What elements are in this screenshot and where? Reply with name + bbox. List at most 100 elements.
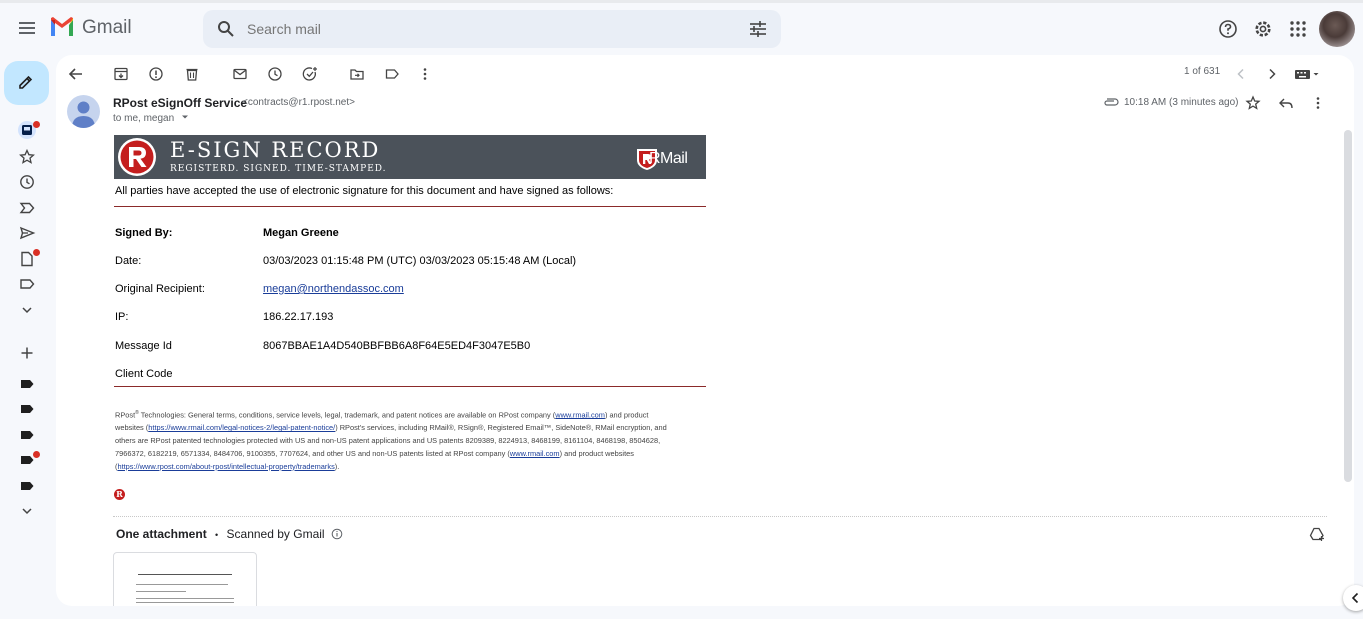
legal-text: RPost [115,410,136,420]
legal-text: ) RPost's services, including RMail®, RS… [335,423,667,433]
rmail-brand: RMail [649,150,688,167]
back-icon[interactable] [68,66,84,82]
field-label: Message Id [115,340,172,352]
account-avatar[interactable] [1319,11,1355,47]
message-toolbar: 1 of 631 [56,55,1354,91]
attachment-divider [113,516,1327,517]
delete-icon[interactable] [184,66,200,82]
sender-email: <contracts@r1.rpost.net> [242,97,355,108]
esign-banner: E-SIGN RECORD REGISTERD. SIGNED. TIME-ST… [114,135,706,179]
settings-icon[interactable] [1253,19,1273,39]
app-brand[interactable]: Gmail [82,17,132,39]
left-rail [0,55,56,619]
field-label: Client Code [115,368,173,380]
label-icon[interactable] [18,477,36,495]
field-value: 03/03/2023 01:15:48 PM (UTC) 03/03/2023 … [263,255,577,267]
label-icon[interactable] [18,275,36,293]
thumbnail-line [136,584,228,585]
help-icon[interactable] [1218,19,1238,39]
banner-title: E-SIGN RECORD [170,138,381,162]
thumbnail-line [138,574,232,575]
inbox-unread-dot [33,121,40,128]
legal-text: others are RPost patented technologies p… [115,436,661,446]
label-icon[interactable] [18,400,36,418]
field-value: Megan Greene [263,227,339,239]
attachment-count: One attachment [116,527,207,541]
gmail-logo-icon[interactable] [49,16,75,38]
divider [114,386,706,387]
more-labels-icon[interactable] [18,502,36,520]
sender-name[interactable]: RPost eSignOff Service [113,96,247,110]
rpost-logo-icon [118,138,156,176]
starred-icon[interactable] [18,148,36,166]
spam-icon[interactable] [148,66,164,82]
legal-text: ) and product [604,410,649,420]
banner-subtitle: REGISTERD. SIGNED. TIME-STAMPED. [170,164,387,174]
snooze-icon[interactable] [267,66,283,82]
field-label: Original Recipient: [115,283,205,295]
rmail-logo: RMail [636,147,696,171]
message-more-icon[interactable] [1310,95,1326,111]
label-icon[interactable] [384,66,400,82]
add-to-drive-icon[interactable] [1309,526,1325,542]
chevron-left-icon[interactable] [1233,66,1249,82]
keyboard-icon[interactable] [1294,66,1324,82]
move-to-icon[interactable] [349,66,365,82]
rpost-small-logo-icon: R [114,489,125,500]
info-icon[interactable] [331,528,343,540]
sender-avatar[interactable] [67,95,100,128]
scrollbar[interactable] [1344,130,1352,482]
chevron-left-icon [1351,592,1359,604]
legal-text: websites ( [115,423,149,433]
caret-down-icon[interactable] [180,113,190,121]
thumbnail-line [136,598,234,599]
recipient-email-link[interactable]: megan@northendassoc.com [263,283,404,295]
important-icon[interactable] [18,199,36,217]
add-task-icon[interactable] [302,66,318,82]
search-bar[interactable] [203,10,781,48]
search-input[interactable] [247,18,717,40]
apps-icon[interactable] [1288,19,1308,39]
label-unread-dot [33,451,40,458]
app-header: Gmail [0,3,1363,55]
field-label: Signed By: [115,227,173,239]
search-options-icon[interactable] [748,20,768,38]
rmail-link[interactable]: www.rmail.com [555,410,605,419]
field-label: Date: [115,255,142,267]
mark-unread-icon[interactable] [232,66,248,82]
legal-text: ) and product websites [559,448,634,458]
plus-icon[interactable] [18,344,36,362]
side-panel-toggle[interactable] [1343,585,1363,611]
chevron-right-icon[interactable] [1264,66,1280,82]
label-icon[interactable] [18,375,36,393]
attachment-thumbnail[interactable] [113,552,257,606]
message-time: 10:18 AM (3 minutes ago) [1124,97,1239,108]
sent-icon[interactable] [18,224,36,242]
label-icon[interactable] [18,426,36,444]
thumbnail-line [136,591,186,592]
star-icon[interactable] [1245,95,1261,111]
more-vert-icon[interactable] [417,66,433,82]
attachment-icon [1104,98,1119,106]
reply-icon[interactable] [1278,95,1294,111]
divider [114,206,706,207]
archive-icon[interactable] [113,66,129,82]
snoozed-icon[interactable] [18,173,36,191]
legal-notice: RPost® Technologies: General terms, cond… [115,410,667,471]
patent-notice-link[interactable]: https://www.rmail.com/legal-notices-2/le… [148,423,335,432]
more-icon[interactable] [18,301,36,319]
main-menu-icon[interactable] [14,15,40,41]
attachment-header: One attachment • Scanned by Gmail [116,527,343,541]
field-value: 186.22.17.193 [263,311,334,323]
thumbnail-line [136,602,234,603]
pagination-count: 1 of 631 [1184,66,1221,77]
compose-button[interactable] [4,61,49,105]
legal-text: Technologies: General terms, conditions,… [138,410,556,420]
field-value: 8067BBAE1A4D540BBFBB6A8F64E5ED4F3047E5B0 [263,340,531,352]
recipients[interactable]: to me, megan [113,113,190,124]
legal-text: ). [334,461,340,471]
trademarks-link[interactable]: https://www.rpost.com/about-rpost/intell… [117,462,334,471]
search-icon[interactable] [217,20,235,38]
rmail-link[interactable]: www.rmail.com [510,449,560,458]
separator: • [215,530,219,540]
